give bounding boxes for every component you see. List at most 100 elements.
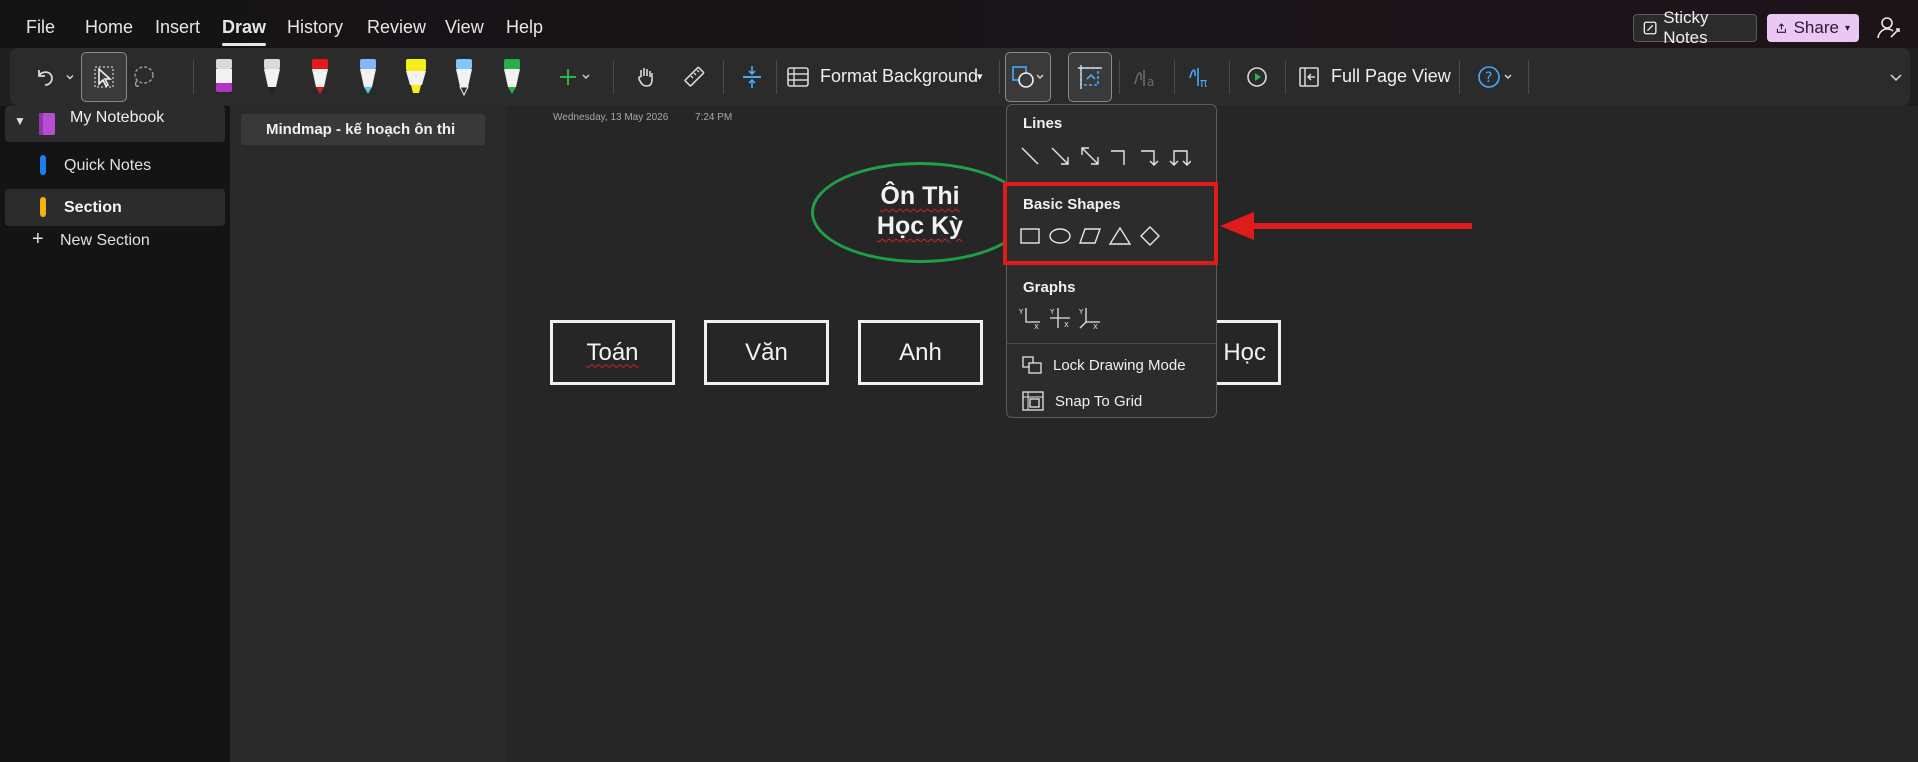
galaxy-pen-icon[interactable]: [350, 48, 386, 106]
ink-replay-icon[interactable]: [1239, 48, 1275, 106]
notebook-title: My Notebook: [70, 109, 165, 126]
yellow-highlighter-icon[interactable]: [398, 48, 434, 106]
snap-to-grid-label: Snap To Grid: [1055, 392, 1143, 410]
lasso-select-icon[interactable]: [123, 48, 163, 106]
svg-text:a: a: [1147, 75, 1154, 89]
menu-view[interactable]: View: [445, 17, 484, 38]
menu-file[interactable]: File: [26, 17, 55, 38]
menu-insert[interactable]: Insert: [155, 17, 200, 38]
snap-grid-icon: [1022, 391, 1044, 411]
svg-text:Y: Y: [1078, 308, 1084, 316]
format-background-icon[interactable]: [783, 48, 813, 106]
section-quick-notes[interactable]: Quick Notes: [64, 157, 151, 175]
white-pen-icon[interactable]: [254, 48, 290, 106]
mindmap-center-title: Ôn Thi Học Kỳ: [811, 181, 1029, 241]
lock-drawing-mode-label: Lock Drawing Mode: [1053, 356, 1186, 374]
undo-icon[interactable]: [28, 48, 62, 106]
svg-text:X: X: [1093, 323, 1098, 330]
share-icon: [1776, 23, 1786, 33]
ink-to-text-icon[interactable]: a: [1128, 48, 1164, 106]
mindmap-title-line2: Học Kỳ: [876, 212, 964, 240]
ribbon-toolbar: Format Background ▾ a π Full Page View ?: [10, 48, 1910, 106]
annotation-arrow-icon: [1220, 212, 1472, 240]
mindmap-box-label: Toán: [586, 338, 639, 366]
hand-pan-icon[interactable]: [628, 48, 664, 106]
graph-4quad-icon[interactable]: YX: [1045, 304, 1075, 332]
share-label: Share: [1793, 18, 1839, 37]
section-section[interactable]: Section: [64, 199, 122, 217]
new-section-link[interactable]: New Section: [60, 232, 150, 250]
fountain-pen-icon[interactable]: [446, 48, 482, 106]
menu-history[interactable]: History: [287, 17, 343, 38]
mindmap-box-toan[interactable]: Toán: [550, 320, 675, 385]
sticky-notes-label: Sticky Notes: [1663, 8, 1709, 47]
menu-bar: File Home Insert Draw History Review Vie…: [0, 0, 1918, 48]
green-pen-icon[interactable]: [494, 48, 530, 106]
insert-space-icon[interactable]: [734, 48, 770, 106]
mindmap-box-anh[interactable]: Anh: [858, 320, 983, 385]
red-pen-icon[interactable]: [302, 48, 338, 106]
svg-text:X: X: [1034, 323, 1039, 330]
lines-row: [1015, 142, 1195, 170]
snap-to-grid-item[interactable]: Snap To Grid: [1021, 388, 1142, 414]
notebook-navigation: ▼ My Notebook Quick Notes Section + New …: [0, 106, 230, 762]
sticky-notes-button[interactable]: Sticky Notes: [1633, 8, 1757, 47]
line-icon[interactable]: [1015, 142, 1045, 170]
plus-icon[interactable]: +: [32, 228, 44, 251]
share-button[interactable]: Share ▾: [1767, 14, 1859, 42]
person-icon[interactable]: [1876, 15, 1902, 41]
page-item-title[interactable]: Mindmap - kế hoạch ôn thi: [266, 121, 455, 138]
lock-drawing-mode-item[interactable]: Lock Drawing Mode: [1021, 352, 1186, 378]
notebook-icon: [39, 113, 55, 135]
annotation-highlight-box: [1003, 182, 1218, 265]
full-page-view-icon[interactable]: [1294, 48, 1324, 106]
menu-help[interactable]: Help: [506, 17, 543, 38]
menu-review[interactable]: Review: [367, 17, 426, 38]
note-time: 7:24 PM: [695, 112, 733, 123]
mindmap-box-label: Anh: [899, 338, 942, 366]
lock-drawing-icon: [1022, 356, 1042, 374]
undo-dropdown-icon[interactable]: [62, 48, 78, 106]
cursor-select-icon[interactable]: [84, 48, 124, 106]
add-pen-icon[interactable]: [555, 48, 595, 106]
shapes-button[interactable]: [1006, 48, 1050, 106]
chevron-down-icon: ▾: [1844, 22, 1850, 34]
full-page-view-label[interactable]: Full Page View: [1331, 66, 1451, 87]
purple-eraser-pen-icon[interactable]: [206, 48, 242, 106]
graph-3d-icon[interactable]: YX: [1075, 304, 1105, 332]
chevron-down-icon[interactable]: ▼: [14, 114, 26, 128]
lines-header: Lines: [1023, 115, 1063, 132]
mindmap-box-label: Văn: [745, 338, 788, 366]
graphs-header: Graphs: [1023, 279, 1076, 296]
double-arrow-line-icon[interactable]: [1075, 142, 1105, 170]
menu-home[interactable]: Home: [85, 17, 133, 38]
arrow-line-icon[interactable]: [1045, 142, 1075, 170]
sticky-note-icon: [1643, 21, 1657, 35]
elbow-line-icon[interactable]: [1105, 142, 1135, 170]
svg-text:X: X: [1064, 321, 1069, 329]
collapse-ribbon-icon[interactable]: [1886, 48, 1906, 106]
ink-to-shape-icon[interactable]: [1068, 48, 1112, 106]
quick-notes-color-tab: [40, 155, 46, 175]
note-date: Wednesday, 13 May 2026: [553, 112, 669, 123]
graphs-row: YX YX YX: [1015, 304, 1105, 332]
section-color-tab: [40, 197, 46, 217]
graph-2d-icon[interactable]: YX: [1015, 304, 1045, 332]
mindmap-box-van[interactable]: Văn: [704, 320, 829, 385]
elbow-arrow-icon[interactable]: [1135, 142, 1165, 170]
format-background-label[interactable]: Format Background: [820, 66, 978, 87]
menu-draw[interactable]: Draw: [222, 17, 267, 46]
svg-text:Y: Y: [1018, 308, 1024, 316]
ruler-icon[interactable]: [676, 48, 712, 106]
help-icon[interactable]: ?: [1472, 48, 1520, 106]
svg-text:?: ?: [1485, 70, 1492, 86]
ink-to-math-icon[interactable]: π: [1182, 48, 1218, 106]
chevron-down-icon[interactable]: ▾: [977, 70, 983, 83]
svg-text:Y: Y: [1049, 308, 1055, 316]
svg-text:π: π: [1200, 76, 1207, 90]
mindmap-title-line1: Ôn Thi: [880, 182, 960, 210]
elbow-double-arrow-icon[interactable]: [1165, 142, 1195, 170]
menu-divider: [1007, 343, 1216, 344]
notebook-row[interactable]: ▼ My Notebook: [5, 106, 225, 142]
page-list: [230, 106, 507, 762]
